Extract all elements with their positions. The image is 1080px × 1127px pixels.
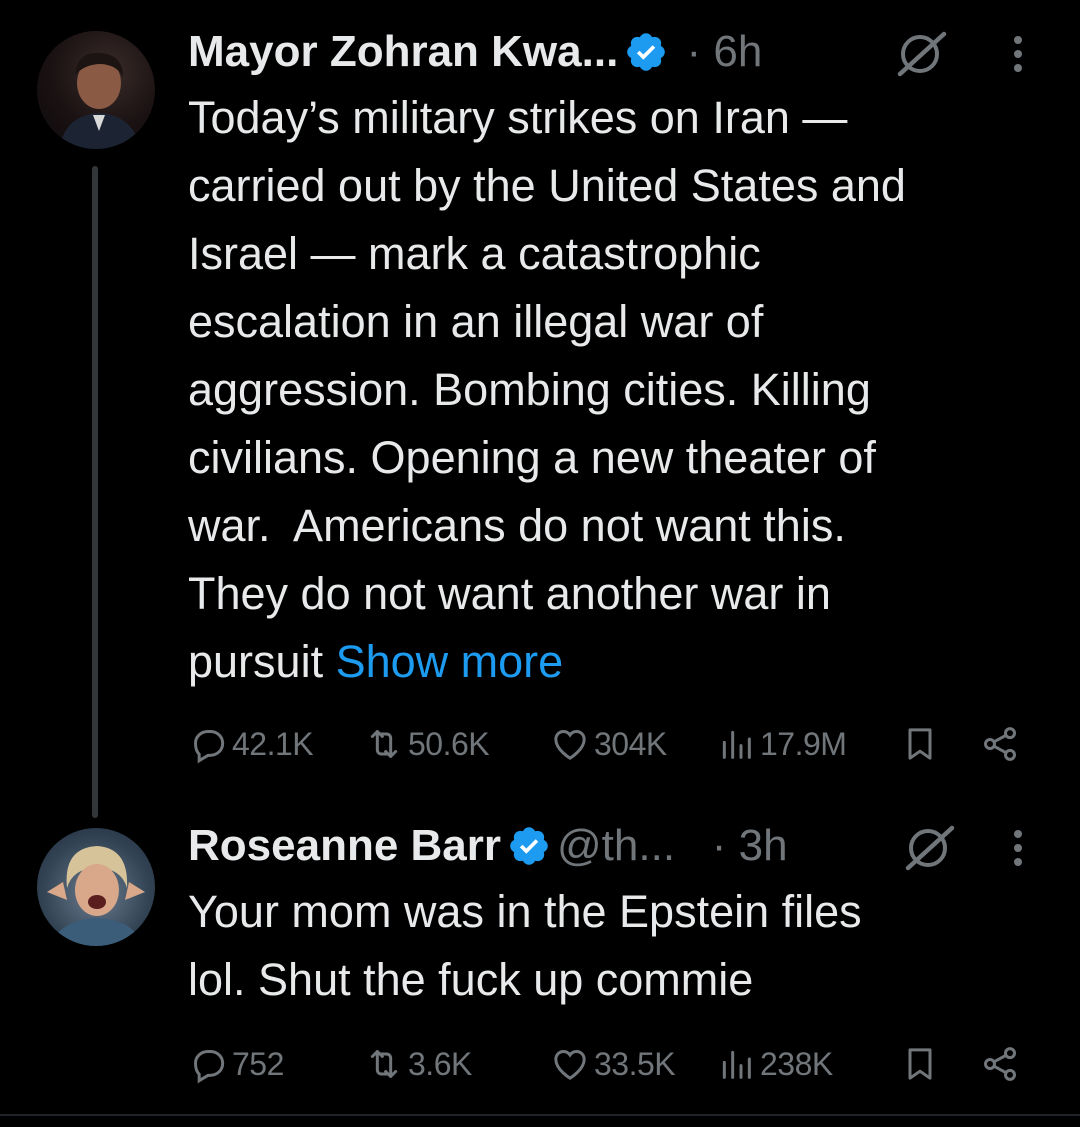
reply-button[interactable]: 42.1K: [188, 716, 314, 772]
tweet-header: Roseanne Barr @th... · 3h: [188, 816, 1058, 876]
handle[interactable]: @th...: [557, 816, 675, 876]
share-icon: [983, 727, 1017, 761]
text-line: pursuit: [188, 636, 336, 687]
repost-count: 50.6K: [408, 725, 490, 762]
like-button[interactable]: 304K: [550, 716, 667, 772]
text-line: war. Americans do not want this.: [188, 500, 846, 551]
repost-icon: [370, 730, 398, 758]
like-count: 304K: [594, 725, 667, 762]
author-name[interactable]: Roseanne Barr: [188, 816, 501, 876]
like-count: 33.5K: [594, 1045, 676, 1082]
avatar-image: [59, 52, 141, 149]
tweet-2[interactable]: Roseanne Barr @th... · 3h Your mom was i…: [0, 800, 1080, 1116]
more-vertical-icon[interactable]: [1006, 824, 1030, 872]
divider: [0, 1114, 1080, 1116]
action-bar: 752 3.6K 33.5K 238K: [188, 1036, 1038, 1092]
reply-button[interactable]: 752: [188, 1036, 284, 1092]
verified-badge-icon: [510, 827, 548, 865]
speech-bubble-icon: [193, 730, 225, 764]
text-line: Your mom was in the Epstein files: [188, 886, 862, 937]
text-line: carried out by the United States and: [188, 160, 906, 211]
text-line: Israel — mark a catastrophic: [188, 228, 761, 279]
bookmark-icon: [908, 1048, 932, 1080]
views-button[interactable]: 238K: [716, 1036, 833, 1092]
dot-separator: ·: [675, 821, 739, 870]
grok-icon[interactable]: [892, 30, 952, 78]
share-icon: [983, 1047, 1017, 1081]
timestamp[interactable]: 3h: [739, 816, 788, 876]
text-line: escalation in an illegal war of: [188, 296, 764, 347]
tweet-header: Mayor Zohran Kwa... · 6h: [188, 22, 1058, 82]
repost-button[interactable]: 50.6K: [364, 716, 490, 772]
repost-button[interactable]: 3.6K: [364, 1036, 472, 1092]
speech-bubble-icon: [193, 1050, 225, 1084]
thread-line: [92, 166, 98, 818]
heart-icon: [554, 729, 586, 760]
avatar[interactable]: [37, 828, 155, 946]
like-button[interactable]: 33.5K: [550, 1036, 676, 1092]
heart-icon: [554, 1049, 586, 1080]
bookmark-button[interactable]: [900, 1036, 944, 1092]
verified-badge-icon: [627, 33, 666, 71]
reply-count: 42.1K: [232, 725, 314, 762]
views-count: 17.9M: [760, 725, 847, 762]
share-button[interactable]: [980, 1036, 1024, 1092]
tweet-text: Today’s military strikes on Iran — carri…: [188, 84, 1058, 696]
bar-chart-icon: [722, 1050, 751, 1079]
bar-chart-icon: [722, 730, 751, 759]
text-line: Today’s military strikes on Iran —: [188, 92, 848, 143]
grok-icon[interactable]: [900, 824, 960, 872]
repost-count: 3.6K: [408, 1045, 472, 1082]
text-line: aggression. Bombing cities. Killing: [188, 364, 871, 415]
timestamp[interactable]: 6h: [713, 22, 762, 82]
dot-separator: ·: [674, 27, 714, 76]
author-name[interactable]: Mayor Zohran Kwa...: [188, 22, 618, 82]
more-vertical-icon[interactable]: [1006, 30, 1030, 78]
show-more-link[interactable]: Show more: [336, 636, 564, 687]
avatar-image: [47, 846, 145, 946]
text-line: They do not want another war in: [188, 568, 831, 619]
reply-count: 752: [232, 1045, 284, 1082]
bookmark-button[interactable]: [900, 716, 944, 772]
repost-icon: [370, 1050, 398, 1078]
avatar[interactable]: [37, 31, 155, 149]
tweet-text: Your mom was in the Epstein files lol. S…: [188, 878, 1058, 1014]
tweet-1[interactable]: Mayor Zohran Kwa... · 6h Today’s militar…: [0, 0, 1080, 818]
bookmark-icon: [908, 728, 932, 760]
share-button[interactable]: [980, 716, 1024, 772]
text-line: lol. Shut the fuck up commie: [188, 954, 754, 1005]
views-count: 238K: [760, 1045, 833, 1082]
views-button[interactable]: 17.9M: [716, 716, 847, 772]
text-line: civilians. Opening a new theater of: [188, 432, 876, 483]
action-bar: 42.1K 50.6K 304K 17.9M: [188, 716, 1038, 772]
